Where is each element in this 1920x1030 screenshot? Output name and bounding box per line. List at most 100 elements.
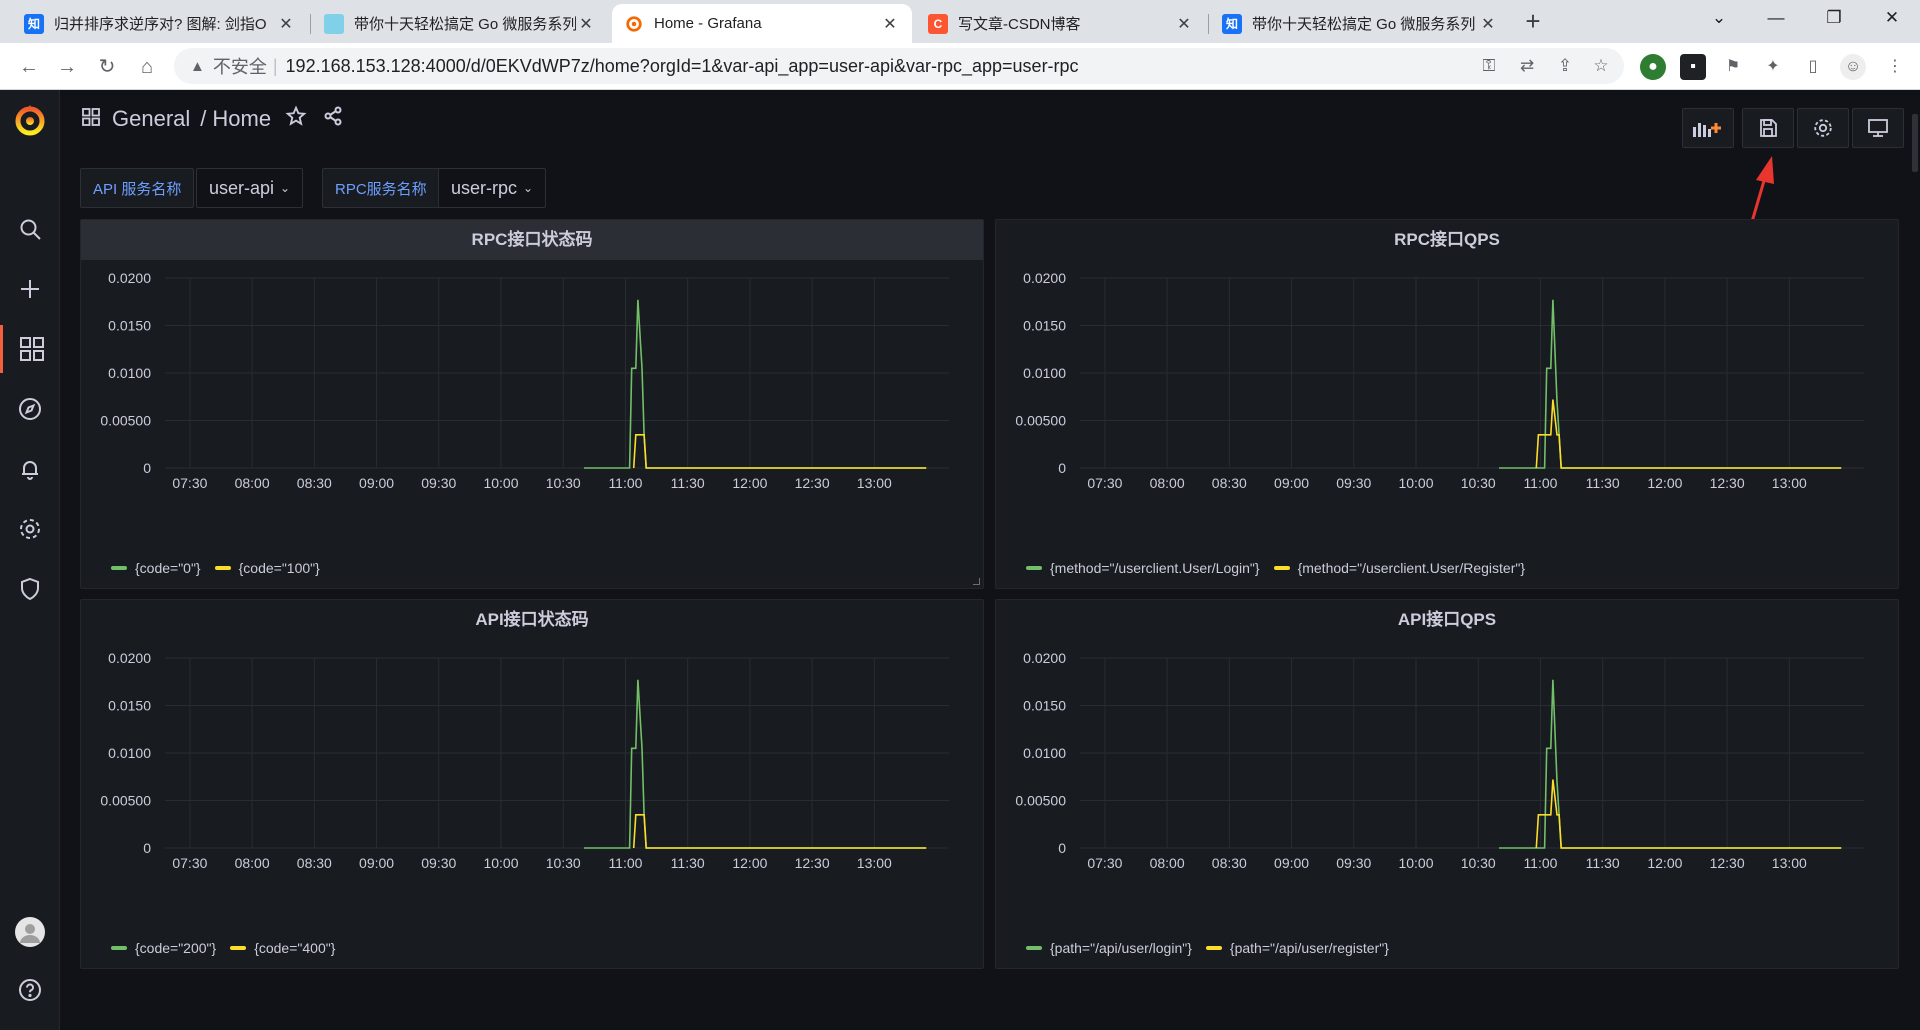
- side-panel-icon[interactable]: ▯: [1800, 54, 1826, 80]
- new-tab-button[interactable]: +: [1519, 8, 1547, 36]
- y-tick-label: 0.00500: [100, 793, 151, 809]
- extension-globe-icon[interactable]: ●: [1640, 54, 1666, 80]
- x-tick-label: 12:00: [732, 855, 767, 871]
- x-tick-label: 08:30: [297, 855, 332, 871]
- maximize-button[interactable]: ❐: [1806, 0, 1862, 36]
- browser-tab[interactable]: 知 带你十天轻松搞定 Go 微服务系列 ✕: [1210, 4, 1510, 43]
- y-tick-label: 0.0150: [108, 318, 151, 334]
- x-tick-label: 13:00: [857, 475, 892, 491]
- user-avatar[interactable]: [0, 908, 60, 956]
- tab-search-chevron-icon[interactable]: ⌄: [1691, 0, 1747, 36]
- x-tick-label: 12:00: [1647, 855, 1682, 871]
- page-title[interactable]: Home: [212, 106, 271, 132]
- back-icon[interactable]: ←: [14, 52, 44, 82]
- insecure-label[interactable]: 不安全: [213, 53, 267, 79]
- dashboards-grid-icon[interactable]: [0, 325, 60, 373]
- breadcrumb-folder[interactable]: General: [112, 106, 190, 132]
- create-plus-icon[interactable]: [0, 265, 60, 313]
- server-admin-shield-icon[interactable]: [0, 565, 60, 613]
- home-icon[interactable]: ⌂: [132, 52, 162, 82]
- x-tick-label: 08:00: [1150, 855, 1185, 871]
- browser-menu-icon[interactable]: ⋮: [1882, 54, 1908, 80]
- legend-item[interactable]: {code="0"}: [111, 560, 201, 576]
- tab-close-icon[interactable]: ✕: [1174, 14, 1194, 34]
- add-panel-button[interactable]: [1682, 108, 1734, 148]
- save-dashboard-button[interactable]: [1742, 108, 1794, 148]
- legend-item[interactable]: {code="400"}: [230, 940, 335, 956]
- address-bar[interactable]: ▲ 不安全 | 192.168.153.128:4000/d/0EKVdWP7z…: [174, 48, 1624, 84]
- y-tick-label: 0.0150: [1023, 318, 1066, 334]
- series-line: [632, 434, 927, 469]
- legend-item[interactable]: {path="/api/user/login"}: [1026, 940, 1192, 956]
- translate-icon[interactable]: ⇄: [1512, 48, 1542, 84]
- star-icon[interactable]: [285, 105, 307, 133]
- browser-tab[interactable]: 知 归并排序求逆序对? 图解: 剑指O ✕: [12, 4, 308, 43]
- csdn-favicon-icon: C: [928, 13, 948, 34]
- url-text[interactable]: 192.168.153.128:4000/d/0EKVdWP7z/home?or…: [286, 56, 1079, 77]
- x-tick-label: 07:30: [1087, 855, 1122, 871]
- variable-select-api[interactable]: user-api ⌄: [196, 168, 304, 208]
- tab-close-icon[interactable]: ✕: [576, 14, 596, 34]
- extension-app-icon[interactable]: ▪: [1680, 54, 1706, 80]
- y-tick-label: 0.0100: [1023, 745, 1066, 761]
- legend-item[interactable]: {method="/userclient.User/Login"}: [1026, 560, 1260, 576]
- x-tick-label: 10:30: [546, 475, 581, 491]
- legend-item[interactable]: {code="100"}: [214, 560, 320, 576]
- panel-api-status-code[interactable]: API接口状态码 0 0.00500 0.0100 0.0150 0.0200 07:30…: [80, 599, 984, 969]
- legend-item[interactable]: {code="200"}: [111, 940, 216, 956]
- share-icon[interactable]: ⇪: [1550, 48, 1580, 84]
- cycle-view-mode-button[interactable]: [1852, 108, 1904, 148]
- explore-compass-icon[interactable]: [0, 385, 60, 433]
- x-tick-label: 11:00: [608, 475, 642, 491]
- x-tick-label: 09:00: [359, 475, 394, 491]
- panel-api-qps[interactable]: API接口QPS 0 0.00500 0.0100 0.0150 0.0200 07:30…: [995, 599, 1899, 969]
- search-icon[interactable]: [0, 205, 60, 253]
- x-tick-label: 09:00: [359, 855, 394, 871]
- side-nav: [0, 90, 60, 1030]
- x-tick-label: 08:00: [1150, 475, 1185, 491]
- panel-title[interactable]: API接口QPS: [996, 600, 1898, 640]
- tab-close-icon[interactable]: ✕: [1478, 14, 1498, 34]
- warning-icon[interactable]: ▲: [190, 58, 205, 75]
- panel-rpc-status-code[interactable]: RPC接口状态码 0 0.00500 0.0100 0.0150 0.0200 07:30…: [80, 219, 984, 589]
- configuration-gear-icon[interactable]: [0, 505, 60, 553]
- browser-tab[interactable]: 带你十天轻松搞定 Go 微服务系列 ✕: [312, 4, 608, 43]
- tab-title: Home - Grafana: [654, 15, 762, 32]
- reload-icon[interactable]: ↻: [92, 52, 122, 82]
- dashboard-settings-button[interactable]: [1797, 108, 1849, 148]
- tab-close-icon[interactable]: ✕: [880, 14, 900, 34]
- close-window-button[interactable]: ✕: [1864, 0, 1920, 36]
- grafana-logo-icon[interactable]: [12, 102, 48, 138]
- reading-list-icon[interactable]: ⚑: [1720, 54, 1746, 80]
- browser-tab-active[interactable]: Home - Grafana ✕: [612, 4, 912, 43]
- variable-select-rpc[interactable]: user-rpc ⌄: [438, 168, 547, 208]
- scrollbar[interactable]: [1912, 114, 1918, 172]
- key-icon[interactable]: ⚿: [1474, 48, 1504, 84]
- y-tick-label: 0.0200: [1023, 270, 1066, 286]
- x-tick-label: 12:30: [1710, 475, 1745, 491]
- y-tick-label: 0.0150: [108, 698, 151, 714]
- legend-item[interactable]: {path="/api/user/register"}: [1205, 940, 1389, 956]
- profile-avatar[interactable]: ☺: [1840, 54, 1866, 80]
- panel-title[interactable]: RPC接口状态码: [81, 220, 983, 260]
- x-tick-label: 07:30: [172, 475, 207, 491]
- variable-label-api: API 服务名称: [80, 168, 195, 208]
- time-series-chart: 0 0.00500 0.0100 0.0150 0.0200 07:30 08:00 08:3…: [100, 650, 949, 871]
- legend-item[interactable]: {method="/userclient.User/Register"}: [1273, 560, 1525, 576]
- bookmark-star-icon[interactable]: ☆: [1586, 48, 1616, 84]
- panel-title[interactable]: API接口状态码: [81, 600, 983, 640]
- tab-close-icon[interactable]: ✕: [276, 14, 296, 34]
- alerting-bell-icon[interactable]: [0, 445, 60, 493]
- panel-rpc-qps[interactable]: RPC接口QPS 0 0.00500 0.0100 0.0150 0.0200 07:30…: [995, 219, 1899, 589]
- x-tick-label: 09:30: [1336, 855, 1371, 871]
- share-icon[interactable]: [323, 106, 343, 132]
- x-tick-label: 11:30: [1586, 855, 1620, 871]
- help-icon[interactable]: [0, 966, 60, 1014]
- extensions-puzzle-icon[interactable]: ✦: [1760, 54, 1786, 80]
- minimize-button[interactable]: —: [1748, 0, 1804, 36]
- x-tick-label: 11:00: [1523, 475, 1557, 491]
- forward-icon[interactable]: →: [52, 52, 82, 82]
- browser-tab[interactable]: C 写文章-CSDN博客 ✕: [916, 4, 1206, 43]
- panel-title[interactable]: RPC接口QPS: [996, 220, 1898, 260]
- panel-resize-handle[interactable]: [973, 578, 980, 585]
